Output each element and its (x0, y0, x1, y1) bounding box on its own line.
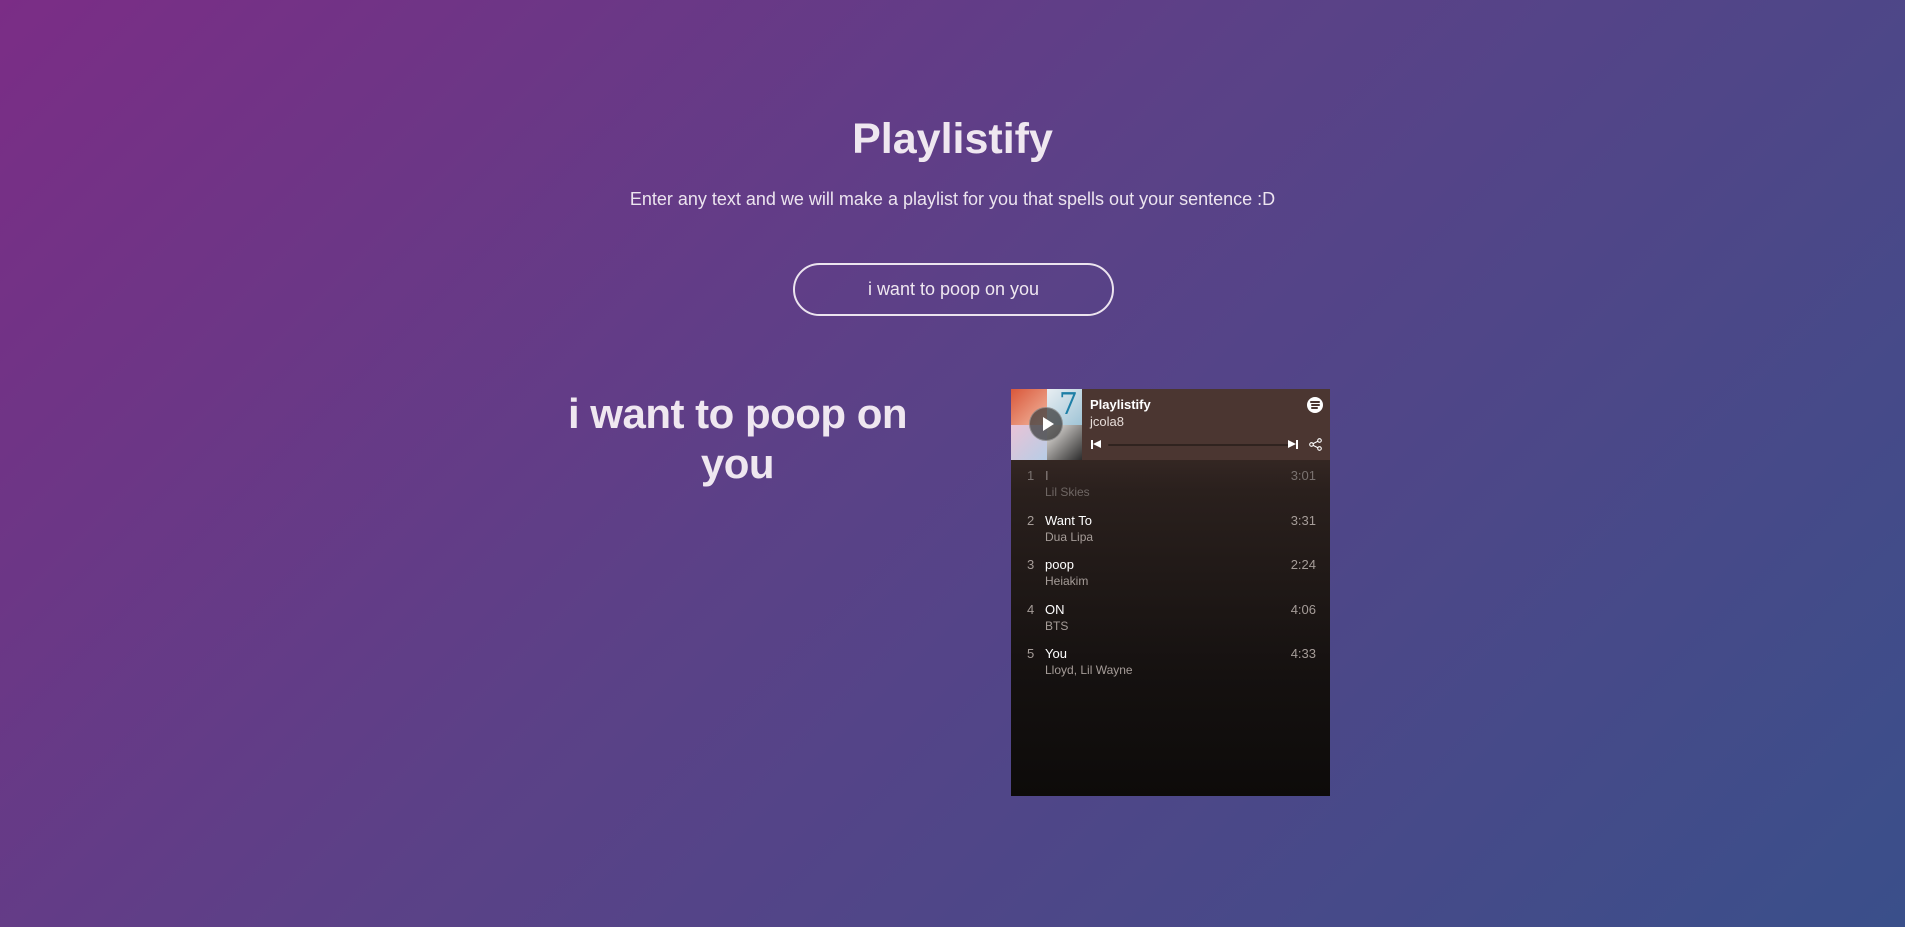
playlist-owner[interactable]: jcola8 (1090, 414, 1124, 429)
track-row[interactable]: 2 Want To Dua Lipa 3:31 (1011, 505, 1330, 550)
track-number: 1 (1027, 468, 1035, 483)
player-header: 7 Playlistify jcola8 (1011, 389, 1330, 460)
previous-track-icon[interactable] (1091, 439, 1102, 450)
play-icon[interactable] (1029, 407, 1063, 441)
track-duration: 3:31 (1290, 512, 1316, 528)
track-number: 2 (1027, 512, 1035, 528)
track-row[interactable]: 4 ON BTS 4:06 (1011, 594, 1330, 639)
track-artist: BTS (1045, 618, 1069, 633)
track-number: 5 (1027, 646, 1035, 662)
track-artist: Lloyd, Lil Wayne (1045, 663, 1133, 678)
track-artist: Dua Lipa (1045, 529, 1094, 544)
track-row[interactable]: 5 You Lloyd, Lil Wayne 4:33 (1011, 638, 1330, 683)
track-row[interactable]: 1 I Lil Skies 3:01 (1011, 460, 1330, 505)
track-name: Want To (1045, 512, 1092, 528)
track-name: ON (1045, 601, 1065, 617)
track-number: 4 (1027, 601, 1035, 617)
track-name: I (1045, 468, 1049, 483)
app-subtitle: Enter any text and we will make a playli… (629, 189, 1276, 209)
spotify-icon[interactable] (1307, 397, 1323, 413)
progress-bar[interactable] (1108, 444, 1292, 446)
track-name: poop (1045, 557, 1074, 573)
track-duration: 4:06 (1290, 601, 1316, 617)
playlist-cover-art: 7 (1011, 389, 1082, 460)
playlist-title[interactable]: Playlistify (1090, 397, 1151, 412)
track-artist: Heiakim (1045, 574, 1089, 589)
track-artist: Lil Skies (1045, 485, 1090, 499)
track-duration: 3:01 (1290, 468, 1316, 483)
track-duration: 4:33 (1290, 646, 1316, 662)
share-icon[interactable] (1309, 438, 1322, 451)
app-title: Playlistify (852, 115, 1053, 163)
sentence-input[interactable] (793, 263, 1114, 316)
track-duration: 2:24 (1290, 557, 1316, 573)
spotify-embed-player: 7 Playlistify jcola8 1 I Lil Skies 3:01 (1011, 389, 1330, 796)
track-row[interactable]: 3 poop Heiakim 2:24 (1011, 549, 1330, 594)
track-list: 1 I Lil Skies 3:01 2 Want To Dua Lipa 3:… (1011, 460, 1330, 683)
next-track-icon[interactable] (1287, 439, 1298, 450)
sentence-display: i want to poop on you (567, 390, 908, 487)
track-name: You (1045, 646, 1067, 662)
track-number: 3 (1027, 557, 1035, 573)
